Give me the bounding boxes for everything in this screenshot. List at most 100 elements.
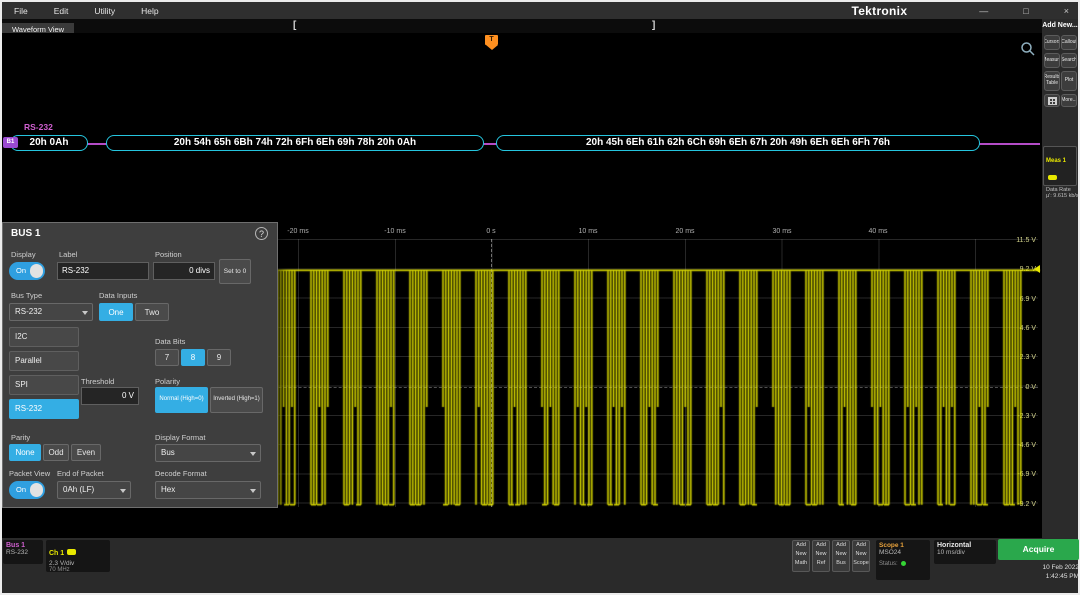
add-new-bus-line2: New — [833, 550, 849, 559]
trigger-flag-pointer-icon — [486, 45, 498, 50]
parity-odd-button[interactable]: Odd — [43, 444, 69, 461]
titlebar: File Edit Utility Help Tektronix — □ × — [2, 2, 1078, 19]
data-bits-9-button[interactable]: 9 — [207, 349, 231, 366]
time-label: 20 ms — [665, 228, 705, 235]
position-input[interactable]: 0 divs — [153, 262, 215, 280]
dialog-title: BUS 1 — [11, 228, 40, 239]
display-format-dropdown[interactable]: Bus — [155, 444, 261, 462]
polarity-inverted-button[interactable]: Inverted (High=1) — [210, 387, 263, 413]
add-new-scope-line2: New — [853, 550, 869, 559]
bus-type-option-i2c[interactable]: I2C — [9, 327, 79, 347]
label-input[interactable]: RS-232 — [57, 262, 149, 280]
parity-even-button[interactable]: Even — [71, 444, 101, 461]
end-of-packet-dropdown[interactable]: 0Ah (LF) — [57, 481, 131, 499]
zoom-bracket-left[interactable]: [ — [293, 20, 296, 31]
meas1-badge[interactable]: Meas 1 Data Rate µ': 9.615 kb/s — [1043, 146, 1077, 186]
bus-type-label: Bus Type — [11, 291, 42, 300]
packet-view-toggle[interactable]: On — [9, 481, 45, 499]
end-of-packet-label: End of Packet — [57, 469, 104, 478]
add-new-ref-button[interactable]: Add New Ref — [812, 540, 830, 572]
parity-none-button[interactable]: None — [9, 444, 41, 461]
bus1-badge-name: Bus 1 — [6, 542, 40, 549]
display-toggle[interactable]: On — [9, 262, 45, 280]
threshold-label: Threshold — [81, 377, 114, 386]
bus-packet-box: 20h 0Ah — [10, 135, 88, 151]
add-new-bus-line3: Bus — [833, 559, 849, 568]
menu-help[interactable]: Help — [141, 6, 158, 16]
data-bits-7-button[interactable]: 7 — [155, 349, 179, 366]
measure-button[interactable]: Measure — [1044, 53, 1060, 68]
horizontal-badge[interactable]: Horizontal 10 ms/div — [934, 540, 996, 564]
parity-label: Parity — [11, 433, 30, 442]
more-button[interactable]: More... — [1061, 94, 1077, 107]
bus-packet-box: 20h 54h 65h 6Bh 74h 72h 6Fh 6Eh 69h 78h … — [106, 135, 484, 151]
set-to-zero-button[interactable]: Set to 0 — [219, 259, 251, 284]
date-label: 10 Feb 2022 — [998, 564, 1079, 571]
bus-type-option-parallel[interactable]: Parallel — [9, 351, 79, 371]
zoom-bracket-right[interactable]: ] — [652, 20, 655, 31]
time-label: 10 ms — [568, 228, 608, 235]
data-inputs-one-button[interactable]: One — [99, 303, 133, 321]
acquire-button[interactable]: Acquire — [998, 539, 1079, 560]
time-label: -10 ms — [375, 228, 415, 235]
polarity-normal-button[interactable]: Normal (High=0) — [155, 387, 208, 413]
minimize-button[interactable]: — — [979, 6, 988, 16]
add-new-scope-line1: Add — [853, 541, 869, 550]
display-label: Display — [11, 250, 36, 259]
meas1-value: µ': 9.615 kb/s — [1044, 193, 1076, 199]
ch1-badge[interactable]: Ch 1 2.3 V/div 70 MHz — [46, 540, 110, 572]
data-inputs-two-button[interactable]: Two — [135, 303, 169, 321]
add-new-math-button[interactable]: Add New Math — [792, 540, 810, 572]
time-label: 0 s — [471, 228, 511, 235]
bus1-tag: B1 — [3, 137, 18, 148]
threshold-input[interactable]: 0 V — [81, 387, 139, 405]
menu-file[interactable]: File — [14, 6, 28, 16]
time-label-clock: 1:42:45 PM — [998, 573, 1079, 580]
position-label: Position — [155, 250, 182, 259]
time-label: 40 ms — [858, 228, 898, 235]
decode-format-label: Decode Format — [155, 469, 207, 478]
scope1-badge[interactable]: Scope 1 MSO24 Status: — [876, 540, 930, 580]
ch1-badge-tag — [67, 549, 76, 555]
trigger-flag-icon[interactable]: T — [485, 35, 498, 45]
callout-button[interactable]: Callout — [1061, 35, 1077, 50]
add-new-math-line2: New — [793, 550, 809, 559]
add-new-scope-button[interactable]: Add New Scope — [852, 540, 870, 572]
table-tool-button[interactable] — [1044, 94, 1060, 107]
chevron-down-icon — [82, 311, 88, 315]
scope1-model: MSO24 — [879, 549, 927, 556]
add-new-math-line1: Add — [793, 541, 809, 550]
decode-format-dropdown[interactable]: Hex — [155, 481, 261, 499]
polarity-label: Polarity — [155, 377, 180, 386]
bus-type-dropdown[interactable]: RS-232 — [9, 303, 93, 321]
display-toggle-label: On — [16, 266, 26, 275]
add-new-sidebar: Add New... Cursors Callout Measure Searc… — [1042, 19, 1078, 538]
maximize-button[interactable]: □ — [1023, 6, 1028, 16]
menu-utility[interactable]: Utility — [94, 6, 115, 16]
meas1-name: Meas 1 — [1046, 158, 1066, 164]
help-icon[interactable]: ? — [255, 227, 268, 240]
chevron-down-icon — [250, 452, 256, 456]
close-button[interactable]: × — [1064, 6, 1069, 16]
scope1-status-label: Status: — [879, 561, 898, 567]
add-new-bus-button[interactable]: Add New Bus — [832, 540, 850, 572]
magnifier-icon[interactable] — [1020, 41, 1036, 62]
cursors-button[interactable]: Cursors — [1044, 35, 1060, 50]
bus-type-option-rs232[interactable]: RS-232 — [9, 399, 79, 419]
display-format-value: Bus — [161, 448, 175, 457]
add-new-scope-line3: Scope — [853, 559, 869, 568]
results-table-button[interactable]: Results Table — [1044, 71, 1060, 91]
bus1-badge[interactable]: Bus 1 RS-232 — [3, 540, 43, 564]
table-icon — [1048, 97, 1057, 105]
bus-type-value: RS-232 — [15, 307, 42, 316]
plot-button[interactable]: Plot — [1061, 71, 1077, 91]
search-button[interactable]: Search — [1061, 53, 1077, 68]
data-bits-8-button[interactable]: 8 — [181, 349, 205, 366]
data-bits-label: Data Bits — [155, 337, 185, 346]
bus-type-option-spi[interactable]: SPI — [9, 375, 79, 395]
menu-edit[interactable]: Edit — [54, 6, 69, 16]
tektronix-logo: Tektronix — [851, 4, 907, 18]
ch1-position-marker[interactable] — [1034, 265, 1040, 273]
toggle-knob — [30, 264, 43, 278]
toggle-knob — [30, 483, 43, 497]
